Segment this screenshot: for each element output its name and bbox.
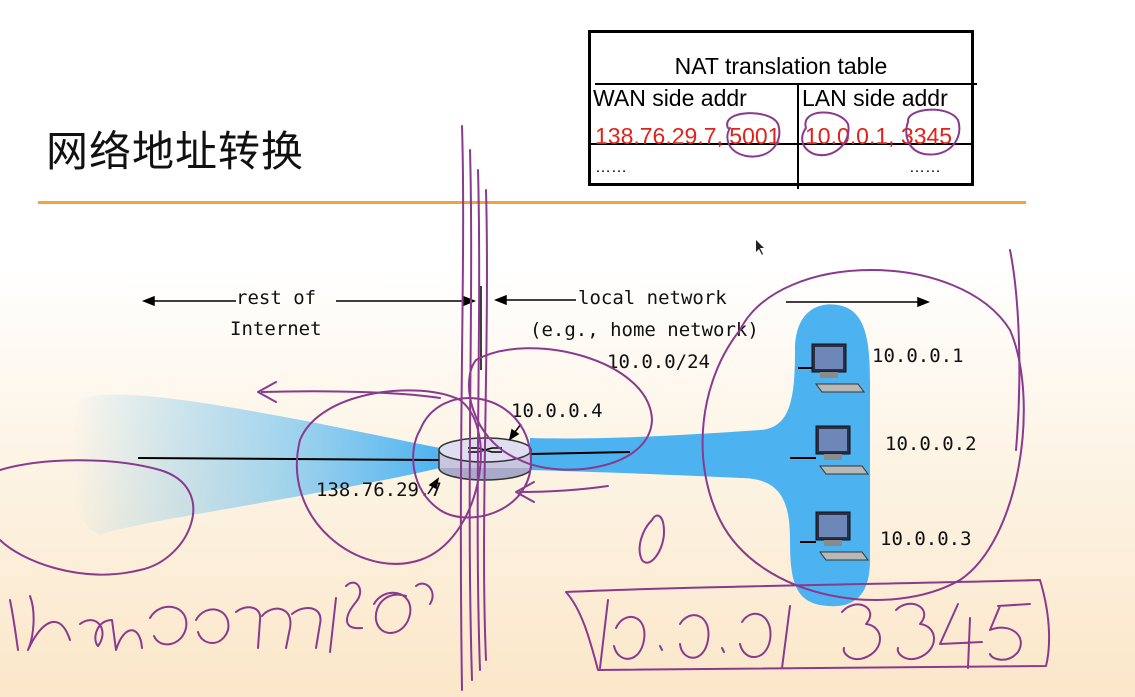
- ink-circle: [468, 347, 653, 471]
- ink-circle: [701, 269, 1025, 601]
- ink-line: [483, 189, 488, 661]
- ink-line: [459, 125, 465, 691]
- handwritten-annotations: [0, 108, 1051, 691]
- ink-circle: [905, 108, 961, 156]
- ink-scribble: [9, 595, 143, 651]
- ink-arrow: [515, 481, 609, 503]
- ink-scribble: [841, 602, 1031, 669]
- ink-scribble: [0, 459, 195, 576]
- ink-scribble: [638, 514, 665, 564]
- ink-scribble: [329, 581, 434, 653]
- ink-circle: [801, 111, 850, 157]
- ink-line: [1009, 249, 1021, 451]
- ink-scribble: [599, 599, 791, 669]
- ink-circle: [726, 112, 781, 158]
- ink-circle: [295, 389, 482, 565]
- ink-scribble: [149, 605, 322, 649]
- ink-box: [565, 579, 1051, 671]
